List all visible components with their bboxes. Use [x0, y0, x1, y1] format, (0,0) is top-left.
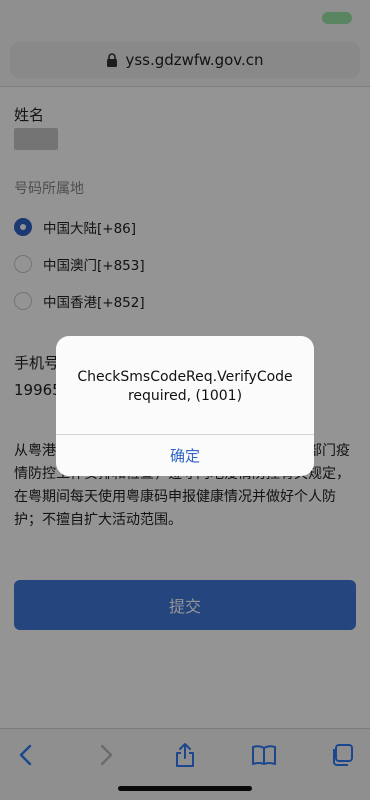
- alert-message-line: CheckSmsCodeReq.VerifyCode: [77, 369, 293, 385]
- alert-message-line: required, (1001): [127, 388, 243, 404]
- alert-ok-button[interactable]: 确定: [56, 435, 314, 476]
- screen: yss.gdzwfw.gov.cn 姓名 号码所属地 中国大陆[+86] 中国澳…: [0, 0, 370, 800]
- alert-message: CheckSmsCodeReq.VerifyCode required, (10…: [56, 368, 314, 406]
- alert-dialog: CheckSmsCodeReq.VerifyCode required, (10…: [56, 336, 314, 476]
